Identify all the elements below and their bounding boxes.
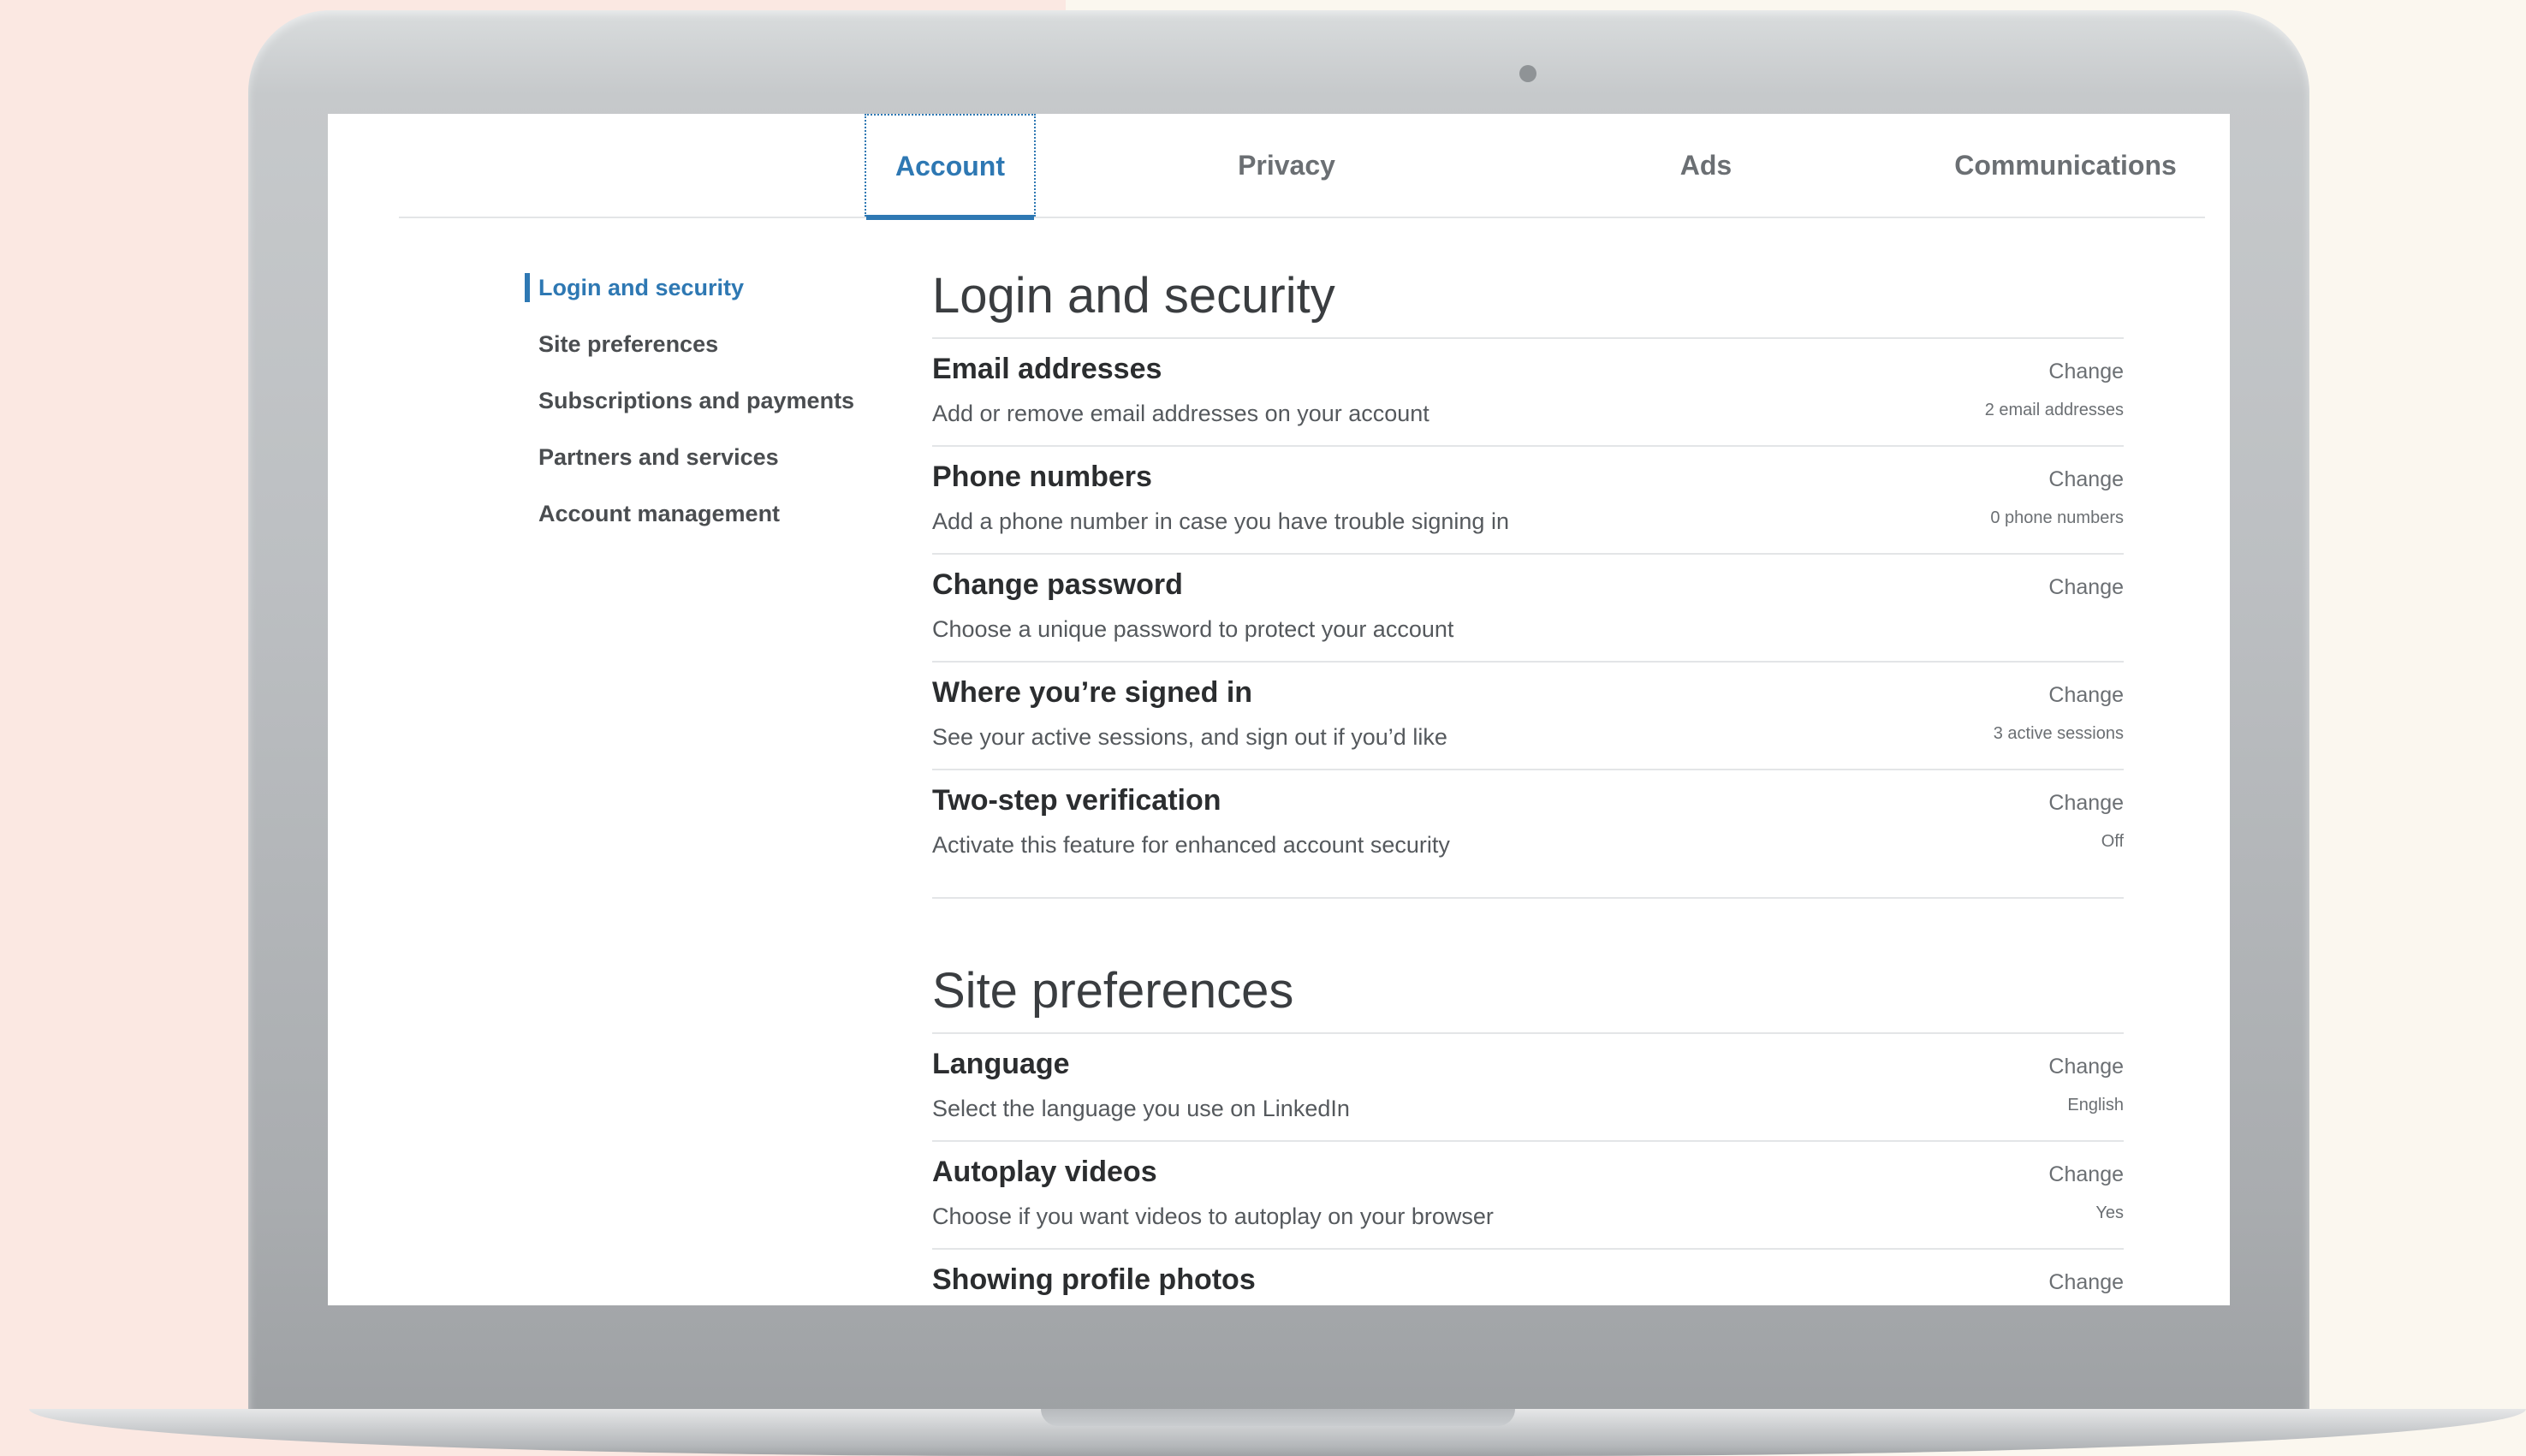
- setting-row-phone-numbers[interactable]: Phone numbers Add a phone number in case…: [932, 447, 2124, 555]
- setting-row-where-signed-in[interactable]: Where you’re signed in See your active s…: [932, 663, 2124, 770]
- change-two-step-button[interactable]: Change: [2048, 791, 2124, 816]
- setting-row-showing-profile-photos[interactable]: Showing profile photos Change: [932, 1250, 2124, 1305]
- setting-title: Email addresses: [932, 353, 1162, 385]
- sidebar-item-site-preferences[interactable]: Site preferences: [525, 316, 884, 372]
- tab-ads[interactable]: Ads: [1620, 114, 1792, 217]
- setting-title: Phone numbers: [932, 461, 1152, 493]
- settings-content: Login and security Email addresses Add o…: [932, 255, 2124, 1305]
- section-title-login-and-security: Login and security: [932, 255, 2124, 339]
- setting-description: See your active sessions, and sign out i…: [932, 724, 1447, 750]
- setting-status: 2 email addresses: [1984, 401, 2124, 419]
- laptop-hinge: [1041, 1409, 1515, 1426]
- setting-title: Language: [932, 1048, 1070, 1080]
- change-password-button[interactable]: Change: [2048, 575, 2124, 600]
- setting-row-autoplay-videos[interactable]: Autoplay videos Choose if you want video…: [932, 1142, 2124, 1250]
- setting-description: Choose if you want videos to autoplay on…: [932, 1203, 1494, 1229]
- setting-title: Showing profile photos: [932, 1263, 1256, 1296]
- sidebar-item-account-management[interactable]: Account management: [525, 485, 884, 542]
- change-phone-button[interactable]: Change: [2048, 467, 2124, 492]
- setting-row-email-addresses[interactable]: Email addresses Add or remove email addr…: [932, 339, 2124, 447]
- section-title-site-preferences: Site preferences: [932, 950, 2124, 1034]
- setting-description: Select the language you use on LinkedIn: [932, 1096, 1350, 1121]
- tab-privacy[interactable]: Privacy: [1201, 114, 1372, 217]
- settings-sidebar: Login and security Site preferences Subs…: [525, 259, 884, 542]
- setting-row-language[interactable]: Language Select the language you use on …: [932, 1034, 2124, 1142]
- section-divider: [932, 897, 2124, 950]
- setting-title: Change password: [932, 568, 1183, 601]
- setting-status: 0 phone numbers: [1990, 508, 2124, 527]
- camera-icon: [1519, 65, 1536, 82]
- setting-title: Autoplay videos: [932, 1156, 1157, 1188]
- setting-title: Two-step verification: [932, 784, 1221, 817]
- setting-description: Choose a unique password to protect your…: [932, 616, 1454, 642]
- setting-description: Add or remove email addresses on your ac…: [932, 401, 1429, 426]
- sidebar-item-subscriptions-and-payments[interactable]: Subscriptions and payments: [525, 372, 884, 429]
- setting-description: Add a phone number in case you have trou…: [932, 508, 1509, 534]
- tab-account[interactable]: Account: [865, 114, 1036, 220]
- change-sessions-button[interactable]: Change: [2048, 683, 2124, 708]
- setting-title: Where you’re signed in: [932, 676, 1253, 709]
- change-autoplay-button[interactable]: Change: [2048, 1162, 2124, 1187]
- change-profile-photos-button[interactable]: Change: [2048, 1270, 2124, 1295]
- sidebar-item-partners-and-services[interactable]: Partners and services: [525, 429, 884, 485]
- setting-status: English: [2067, 1096, 2124, 1114]
- setting-status: Yes: [2095, 1203, 2124, 1222]
- setting-row-two-step-verification[interactable]: Two-step verification Activate this feat…: [932, 770, 2124, 878]
- setting-description: Activate this feature for enhanced accou…: [932, 832, 1450, 858]
- setting-row-change-password[interactable]: Change password Choose a unique password…: [932, 555, 2124, 663]
- tab-communications[interactable]: Communications: [1937, 114, 2194, 217]
- setting-status: Off: [2101, 832, 2124, 851]
- settings-tab-bar: Account Privacy Ads Communications: [399, 114, 2205, 220]
- laptop-screen: Account Privacy Ads Communications Login…: [328, 114, 2230, 1305]
- sidebar-item-login-and-security[interactable]: Login and security: [525, 259, 884, 316]
- change-language-button[interactable]: Change: [2048, 1055, 2124, 1079]
- change-email-button[interactable]: Change: [2048, 360, 2124, 384]
- setting-status: 3 active sessions: [1993, 724, 2124, 743]
